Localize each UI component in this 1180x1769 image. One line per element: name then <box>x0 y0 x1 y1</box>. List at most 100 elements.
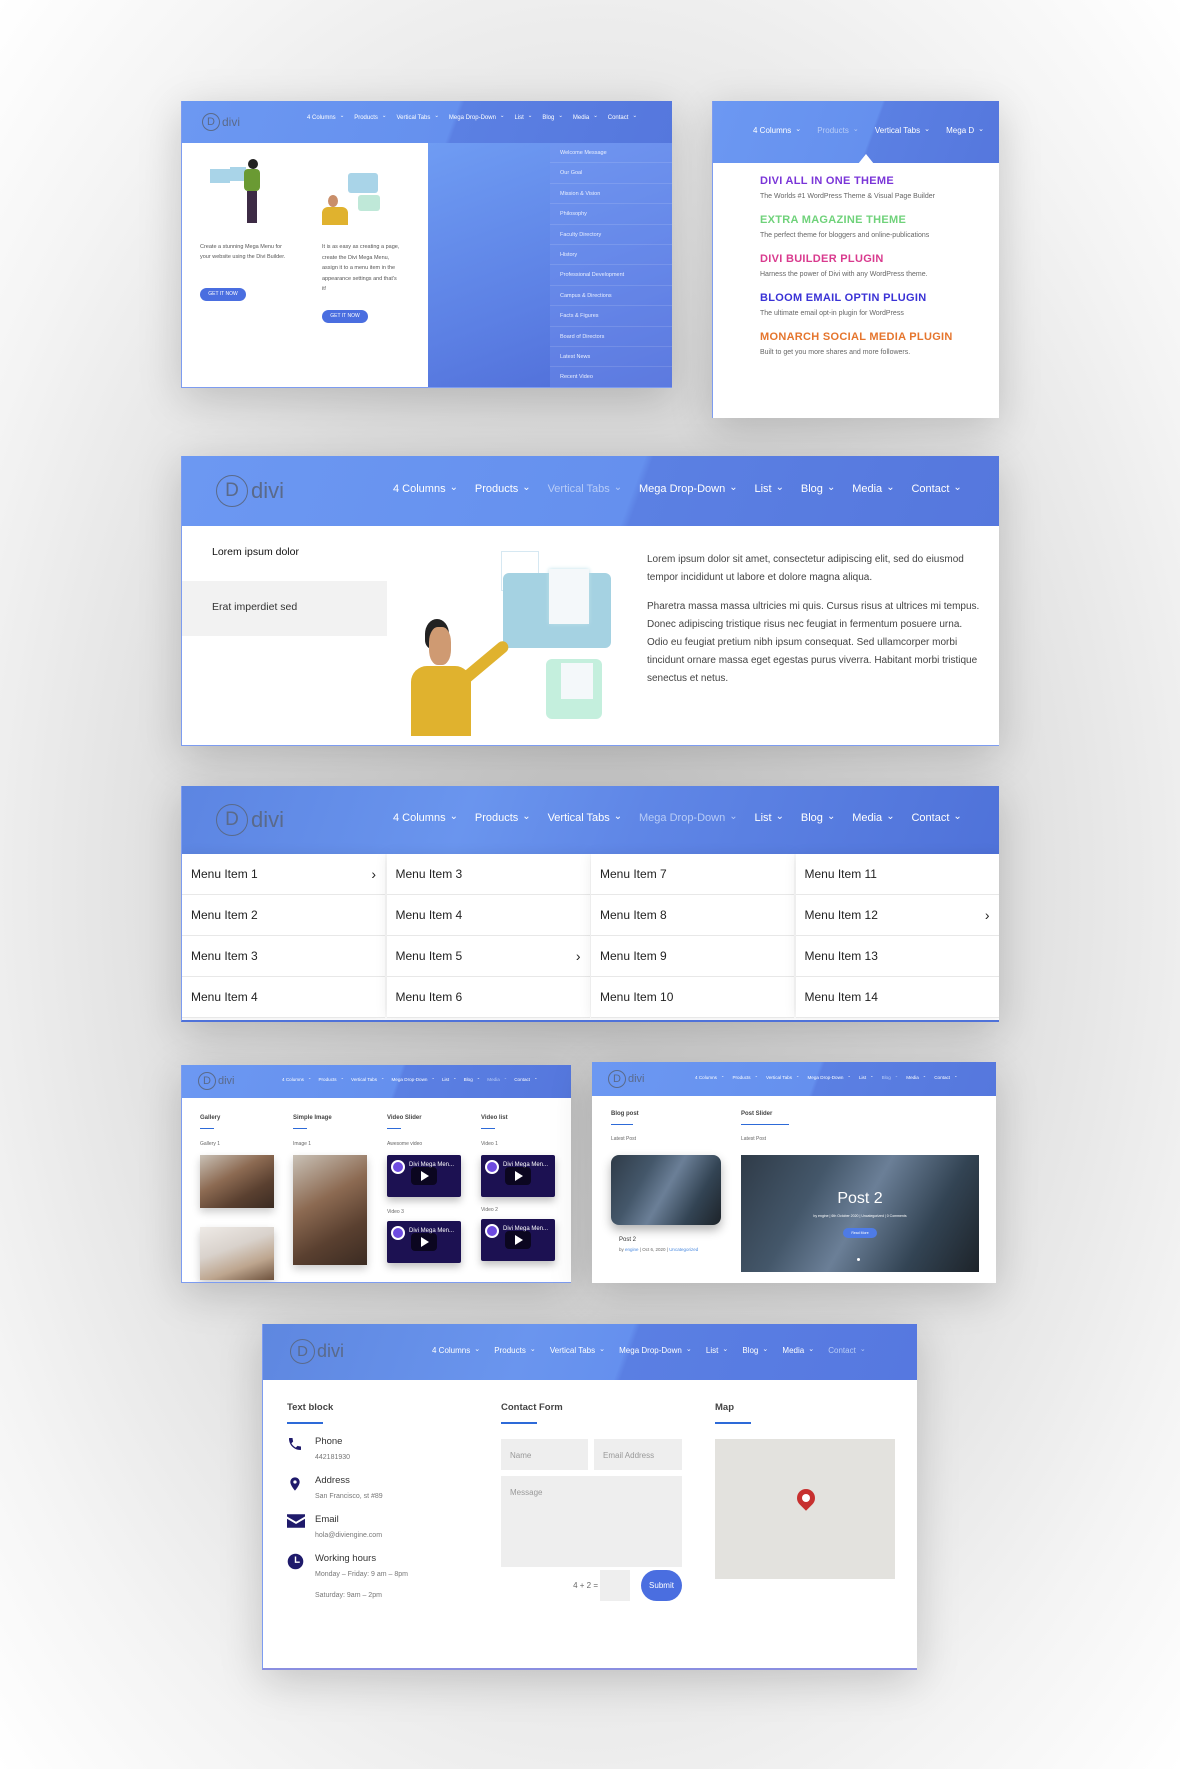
nav-4-columns[interactable]: 4 Columns <box>393 483 458 495</box>
play-icon[interactable] <box>411 1233 437 1251</box>
menu-item[interactable]: Menu Item 3 <box>386 854 590 895</box>
dropdown-item[interactable]: Facts & Figures <box>550 306 672 327</box>
video-thumb[interactable]: Divi Mega Men... <box>481 1219 555 1261</box>
menu-item[interactable]: Menu Item 14 <box>795 977 999 1018</box>
post-slider[interactable]: Post 2 by engine | 6th October 2020 | Un… <box>741 1155 979 1272</box>
nav-contact[interactable]: Contact <box>514 1077 537 1082</box>
gallery-image-2[interactable] <box>200 1227 274 1280</box>
menu-item[interactable]: Menu Item 11 <box>795 854 999 895</box>
slide-title[interactable]: Post 2 <box>741 1190 979 1208</box>
nav-mega-drop-down[interactable]: Mega Drop-Down <box>807 1075 850 1080</box>
menu-item[interactable]: Menu Item 4 <box>182 977 385 1018</box>
menu-item[interactable]: Menu Item 6 <box>386 977 590 1018</box>
product-title[interactable]: BLOOM EMAIL OPTIN PLUGIN <box>760 292 999 304</box>
nav-products[interactable]: Products <box>494 1346 536 1355</box>
nav-4-columns[interactable]: 4 Columns <box>695 1075 724 1080</box>
nav-products[interactable]: Products <box>354 115 386 121</box>
dropdown-item[interactable]: Our Goal <box>550 163 672 184</box>
dropdown-item[interactable]: Latest News <box>550 347 672 368</box>
nav-list[interactable]: List <box>755 812 784 824</box>
nav-contact[interactable]: Contact <box>828 1346 866 1355</box>
nav-blog[interactable]: Blog <box>801 483 835 495</box>
nav-media[interactable]: Media <box>852 483 894 495</box>
captcha-input[interactable] <box>600 1570 630 1601</box>
meta-category-link[interactable]: Uncategorized <box>669 1247 698 1252</box>
video-thumb[interactable]: Divi Mega Men... <box>387 1221 461 1263</box>
dropdown-item[interactable]: Welcome Message <box>550 143 672 164</box>
logo[interactable]: D divi <box>198 1072 235 1090</box>
dropdown-item[interactable]: Professional Development <box>550 265 672 286</box>
nav-4-columns[interactable]: 4 Columns <box>393 812 458 824</box>
map-view[interactable] <box>715 1439 895 1579</box>
product-title[interactable]: DIVI BUILDER PLUGIN <box>760 253 999 265</box>
menu-item[interactable]: Menu Item 8 <box>591 895 794 936</box>
nav-mega-drop-down[interactable]: Mega Drop-Down <box>391 1077 434 1082</box>
nav-media[interactable]: Media <box>487 1077 507 1082</box>
logo[interactable]: D divi <box>202 113 240 131</box>
nav-products[interactable]: Products <box>475 812 531 824</box>
nav-blog[interactable]: Blog <box>742 1346 768 1355</box>
chevron-right-icon[interactable]: › <box>985 907 990 923</box>
nav-contact[interactable]: Contact <box>911 812 961 824</box>
logo[interactable]: D divi <box>216 804 284 836</box>
dropdown-item[interactable]: Faculty Directory <box>550 225 672 245</box>
dropdown-item[interactable]: Philosophy <box>550 204 672 225</box>
message-textarea[interactable]: Message <box>501 1476 682 1567</box>
logo[interactable]: D divi <box>608 1070 645 1088</box>
simple-image[interactable] <box>293 1155 367 1265</box>
name-input[interactable]: Name <box>501 1439 588 1470</box>
nav-4-columns[interactable]: 4 Columns <box>307 115 344 121</box>
nav-list[interactable]: List <box>706 1346 728 1355</box>
get-it-now-button-2[interactable]: GET IT NOW <box>322 310 368 323</box>
menu-item[interactable]: Menu Item 9 <box>591 936 794 977</box>
nav-contact[interactable]: Contact <box>911 483 961 495</box>
video-thumb[interactable]: Divi Mega Men... <box>481 1155 555 1197</box>
play-icon[interactable] <box>505 1167 531 1185</box>
nav-4-columns[interactable]: 4 Columns <box>432 1346 480 1355</box>
read-more-button[interactable]: Read More <box>843 1228 877 1238</box>
nav-mega-drop-down[interactable]: Mega Drop-Down <box>619 1346 692 1355</box>
chevron-right-icon[interactable]: › <box>576 948 581 964</box>
menu-item[interactable]: Menu Item 12 › <box>795 895 999 936</box>
chevron-right-icon[interactable]: › <box>371 866 376 882</box>
gallery-image-1[interactable] <box>200 1155 274 1208</box>
tab-lorem-ipsum[interactable]: Lorem ipsum dolor <box>182 526 387 581</box>
nav-mega[interactable]: Mega D <box>946 126 984 135</box>
email-input[interactable]: Email Address <box>594 1439 682 1470</box>
video-thumb[interactable]: Divi Mega Men... <box>387 1155 461 1197</box>
play-icon[interactable] <box>505 1231 531 1249</box>
nav-products[interactable]: Products <box>475 483 531 495</box>
menu-item[interactable]: Menu Item 5 › <box>386 936 590 977</box>
nav-blog[interactable]: Blog <box>882 1075 899 1080</box>
menu-item[interactable]: Menu Item 1 › <box>182 854 385 895</box>
nav-vertical-tabs[interactable]: Vertical Tabs <box>351 1077 384 1082</box>
tab-erat-imperdiet[interactable]: Erat imperdiet sed <box>182 581 387 636</box>
nav-list[interactable]: List <box>442 1077 457 1082</box>
nav-vertical-tabs[interactable]: Vertical Tabs <box>766 1075 799 1080</box>
nav-vertical-tabs[interactable]: Vertical Tabs <box>548 812 622 824</box>
product-title[interactable]: DIVI ALL IN ONE THEME <box>760 175 999 187</box>
nav-contact[interactable]: Contact <box>934 1075 957 1080</box>
nav-media[interactable]: Media <box>782 1346 814 1355</box>
nav-mega-drop-down[interactable]: Mega Drop-Down <box>449 115 505 121</box>
nav-contact[interactable]: Contact <box>608 115 637 121</box>
menu-item[interactable]: Menu Item 13 <box>795 936 999 977</box>
nav-4-columns[interactable]: 4 Columns <box>282 1077 311 1082</box>
menu-item[interactable]: Menu Item 10 <box>591 977 794 1018</box>
map-pin-icon[interactable] <box>793 1485 819 1511</box>
menu-item[interactable]: Menu Item 2 <box>182 895 385 936</box>
nav-products[interactable]: Products <box>732 1075 758 1080</box>
dropdown-item[interactable]: Mission & Vision <box>550 184 672 205</box>
blog-post-title[interactable]: Post 2 <box>619 1237 721 1243</box>
nav-mega-drop-down[interactable]: Mega Drop-Down <box>639 812 737 824</box>
nav-media[interactable]: Media <box>852 812 894 824</box>
blog-post-image[interactable] <box>611 1155 721 1225</box>
nav-products[interactable]: Products <box>817 126 859 135</box>
nav-media[interactable]: Media <box>573 115 598 121</box>
nav-list[interactable]: List <box>755 483 784 495</box>
nav-blog[interactable]: Blog <box>464 1077 481 1082</box>
nav-list[interactable]: List <box>859 1075 874 1080</box>
product-title[interactable]: EXTRA MAGAZINE THEME <box>760 214 999 226</box>
nav-vertical-tabs[interactable]: Vertical Tabs <box>875 126 930 135</box>
menu-item[interactable]: Menu Item 3 <box>182 936 385 977</box>
